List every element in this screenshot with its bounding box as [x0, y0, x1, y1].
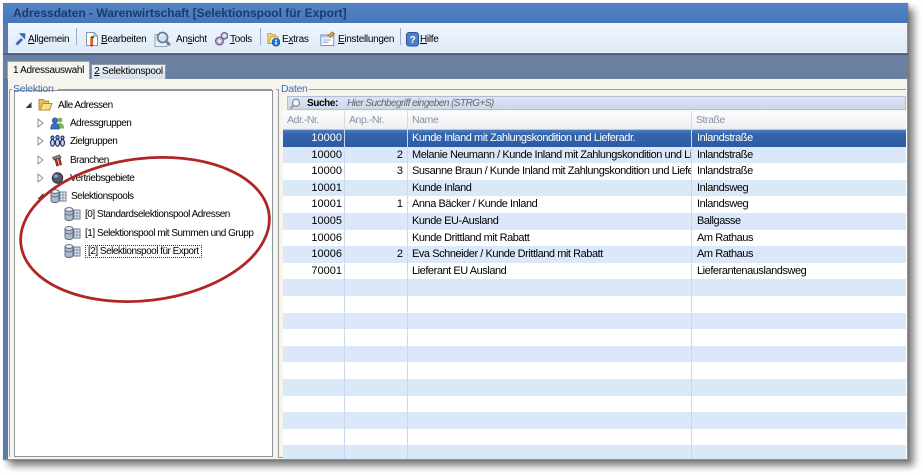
- svg-text:?: ?: [409, 34, 415, 46]
